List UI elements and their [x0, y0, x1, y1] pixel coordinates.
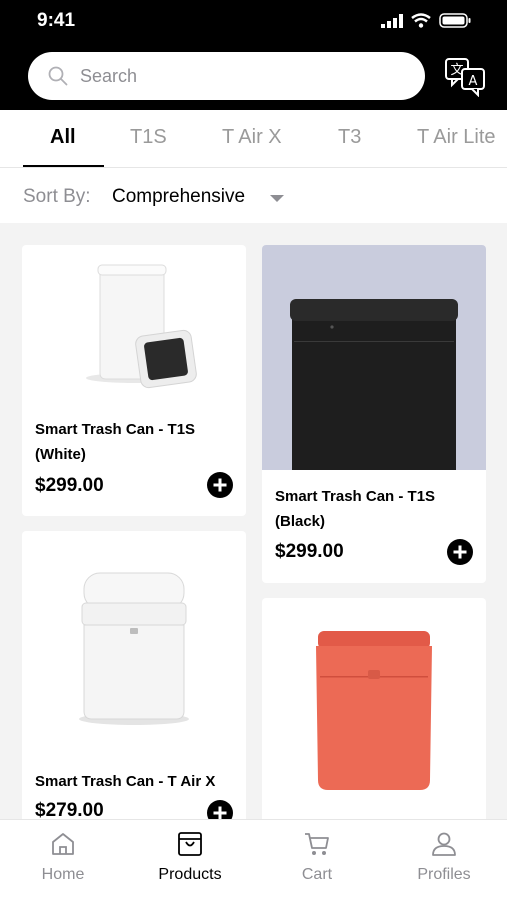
product-image [262, 245, 486, 470]
tab-all[interactable]: All [50, 126, 76, 149]
product-name: Smart Trash Can - T1S (Black) [275, 488, 436, 530]
status-icons [381, 13, 471, 28]
nav-products[interactable]: Products [127, 820, 253, 900]
add-to-cart-button[interactable] [207, 472, 233, 498]
category-tabs: All T1S T Air X T3 T Air Lite [0, 110, 507, 168]
translate-button[interactable]: 文 A [444, 57, 488, 98]
sort-dropdown[interactable]: Comprehensive [112, 186, 245, 208]
product-image [316, 631, 432, 790]
product-card[interactable]: Smart Trash Can - T1S (White) $299.00 [22, 245, 246, 516]
translate-icon: 文 A [445, 58, 485, 98]
add-to-cart-button[interactable] [447, 539, 473, 565]
sort-bar: Sort By: Comprehensive [0, 168, 507, 223]
product-card[interactable] [262, 598, 486, 838]
search-icon [48, 66, 68, 86]
nav-label: Home [41, 866, 85, 883]
product-image [86, 264, 197, 389]
product-name: Smart Trash Can - T Air X [35, 773, 216, 790]
product-card[interactable]: Smart Trash Can - T Air X $279.00 [22, 531, 246, 831]
nav-label: Profiles [417, 866, 471, 883]
svg-text:A: A [469, 74, 478, 89]
chevron-down-icon[interactable] [270, 195, 284, 202]
wifi-icon [411, 13, 431, 28]
home-icon [52, 833, 74, 855]
search-placeholder: Search [80, 65, 138, 86]
tab-t-air-x[interactable]: T Air X [222, 126, 282, 149]
nav-profiles[interactable]: Profiles [381, 820, 507, 900]
sort-label: Sort By: [23, 186, 91, 207]
nav-cart[interactable]: Cart [254, 820, 380, 900]
bottom-nav: Home Products Cart Profiles [0, 819, 507, 900]
product-price: $299.00 [275, 541, 344, 562]
nav-label: Products [158, 866, 222, 883]
product-image [79, 572, 189, 725]
tab-t3[interactable]: T3 [338, 126, 361, 149]
product-card[interactable]: Smart Trash Can - T1S (Black) $299.00 [262, 245, 486, 583]
battery-icon [439, 13, 471, 28]
product-price: $299.00 [35, 475, 104, 496]
product-name: Smart Trash Can - T1S (White) [35, 421, 196, 463]
nav-home[interactable]: Home [0, 820, 126, 900]
top-bar: 9:41 Search 文 A [0, 0, 507, 110]
cart-icon [305, 833, 329, 855]
bag-icon [178, 832, 202, 856]
status-time: 9:41 [37, 10, 76, 31]
signal-icon [381, 13, 403, 28]
user-icon [432, 832, 456, 856]
nav-label: Cart [301, 866, 333, 883]
search-input[interactable]: Search [28, 52, 425, 100]
tab-t1s[interactable]: T1S [130, 126, 167, 149]
tab-t-air-lite[interactable]: T Air Lite [417, 126, 496, 149]
